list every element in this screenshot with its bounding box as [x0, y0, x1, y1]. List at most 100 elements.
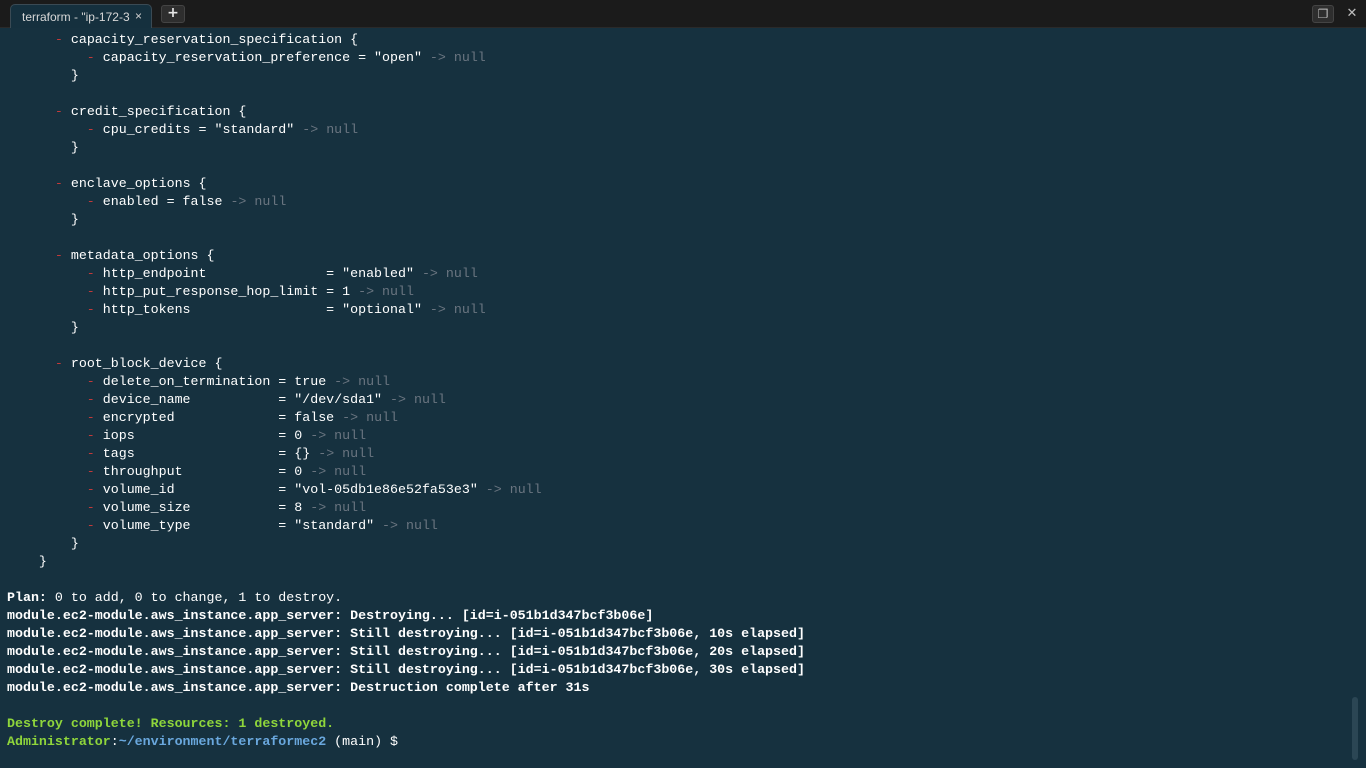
tab-title: terraform - "ip-172-3 — [22, 10, 130, 24]
terminal-text: - — [86, 302, 95, 317]
new-tab-button[interactable]: + — [161, 5, 185, 23]
terminal-text: http_tokens = "optional" — [94, 302, 430, 317]
terminal-text: -> null — [310, 500, 367, 515]
terminal-line: Administrator:~/environment/terraformec2… — [7, 733, 406, 751]
terminal-text: -> null — [310, 428, 367, 443]
terminal-text: module.ec2-module.aws_instance.app_serve… — [7, 626, 805, 641]
terminal-line: - http_put_response_hop_limit = 1 -> nul… — [7, 283, 414, 301]
terminal-text: - — [86, 194, 95, 209]
scrollbar-track[interactable] — [1350, 28, 1366, 768]
terminal-text: capacity_reservation_specification { — [62, 32, 359, 47]
terminal-line: - capacity_reservation_specification { — [7, 31, 358, 49]
terminal-text: Administrator — [7, 734, 111, 749]
terminal-text: http_endpoint = "enabled" — [94, 266, 422, 281]
terminal-text: - — [86, 284, 95, 299]
terminal-line: - credit_specification { — [7, 103, 247, 121]
terminal-tab[interactable]: terraform - "ip-172-3 × — [10, 4, 152, 28]
terminal-line: Destroy complete! Resources: 1 destroyed… — [7, 715, 334, 733]
terminal-text: http_put_response_hop_limit = 1 — [94, 284, 359, 299]
terminal-text: -> null — [318, 446, 375, 461]
terminal-line: module.ec2-module.aws_instance.app_serve… — [7, 607, 653, 625]
terminal-line: - volume_type = "standard" -> null — [7, 517, 438, 535]
terminal-text: delete_on_termination = true — [94, 374, 335, 389]
terminal-line: - http_endpoint = "enabled" -> null — [7, 265, 478, 283]
terminal-line: module.ec2-module.aws_instance.app_serve… — [7, 679, 590, 697]
scrollbar-thumb[interactable] — [1352, 697, 1358, 760]
terminal-line: - encrypted = false -> null — [7, 409, 398, 427]
terminal-text: - — [86, 482, 95, 497]
terminal-line: } — [7, 535, 79, 553]
terminal-text: Destroy complete! Resources: 1 destroyed… — [7, 716, 335, 731]
terminal-line: - enabled = false -> null — [7, 193, 287, 211]
terminal-line: - http_tokens = "optional" -> null — [7, 301, 486, 319]
terminal-output[interactable]: - capacity_reservation_specification { -… — [0, 28, 1350, 768]
terminal-text: -> null — [334, 374, 391, 389]
terminal-text: credit_specification { — [62, 104, 247, 119]
terminal-text: - — [86, 392, 95, 407]
terminal-text: - — [54, 248, 63, 263]
terminal-text: - — [86, 266, 95, 281]
terminal-line: - volume_id = "vol-05db1e86e52fa53e3" ->… — [7, 481, 542, 499]
terminal-text: } — [7, 68, 79, 83]
terminal-text: - — [54, 32, 63, 47]
terminal-text: module.ec2-module.aws_instance.app_serve… — [7, 662, 805, 677]
terminal-text: Plan: — [7, 590, 47, 605]
terminal-line: } — [7, 139, 79, 157]
terminal-text: - — [86, 428, 95, 443]
terminal-text: tags = {} — [94, 446, 319, 461]
terminal-text: module.ec2-module.aws_instance.app_serve… — [7, 608, 654, 623]
terminal-line: Plan: 0 to add, 0 to change, 1 to destro… — [7, 589, 342, 607]
terminal-line: } — [7, 319, 79, 337]
terminal-text: 0 to add, 0 to change, 1 to destroy. — [46, 590, 343, 605]
terminal-text: - — [86, 518, 95, 533]
terminal-line: - cpu_credits = "standard" -> null — [7, 121, 358, 139]
terminal-line: - metadata_options { — [7, 247, 215, 265]
terminal-text: cpu_credits = "standard" — [94, 122, 303, 137]
terminal-text: -> null — [342, 410, 399, 425]
terminal-text: capacity_reservation_preference = "open" — [94, 50, 430, 65]
terminal-text: -> null — [230, 194, 287, 209]
terminal-line: - iops = 0 -> null — [7, 427, 366, 445]
terminal-text: -> null — [421, 266, 478, 281]
terminal-text: - — [86, 122, 95, 137]
terminal-line: - volume_size = 8 -> null — [7, 499, 366, 517]
terminal-text: module.ec2-module.aws_instance.app_serve… — [7, 680, 590, 695]
tab-bar: terraform - "ip-172-3 × + ❐ ✕ — [0, 0, 1366, 28]
terminal-text: iops = 0 — [94, 428, 311, 443]
terminal-text: throughput = 0 — [94, 464, 311, 479]
terminal-line: - device_name = "/dev/sda1" -> null — [7, 391, 446, 409]
terminal-text: ~/environment/terraformec2 — [118, 734, 327, 749]
terminal-text: - — [86, 500, 95, 515]
terminal-line: } — [7, 553, 47, 571]
terminal-text: } — [7, 554, 47, 569]
terminal-text: - — [86, 464, 95, 479]
terminal-text: -> null — [390, 392, 446, 407]
terminal-line: module.ec2-module.aws_instance.app_serve… — [7, 643, 805, 661]
terminal-text: metadata_options { — [62, 248, 215, 263]
terminal-text: root_block_device { — [62, 356, 223, 371]
close-window-icon[interactable]: ✕ — [1341, 5, 1363, 23]
terminal-text: enabled = false — [94, 194, 231, 209]
terminal-text: device_name = "/dev/sda1" — [94, 392, 391, 407]
terminal-line: } — [7, 67, 79, 85]
tab-close-icon[interactable]: × — [135, 9, 142, 23]
terminal-text: } — [7, 536, 79, 551]
terminal-text: } — [7, 140, 79, 155]
terminal-text: (main) $ — [326, 734, 406, 749]
restore-window-icon[interactable]: ❐ — [1312, 5, 1334, 23]
terminal-text: - — [54, 176, 63, 191]
